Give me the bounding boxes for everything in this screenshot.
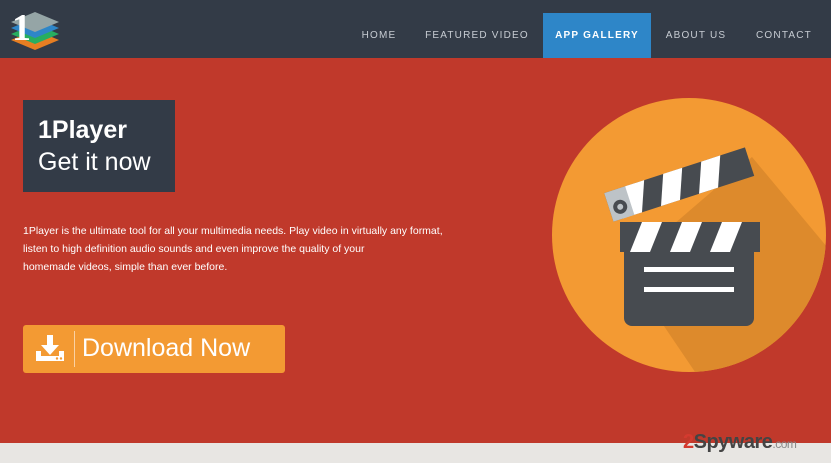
product-badge: 1Player Get it now [23, 100, 175, 192]
site-logo[interactable]: 1 [6, 4, 64, 54]
product-description: 1Player is the ultimate tool for all you… [23, 222, 483, 276]
logo-numeral: 1 [12, 7, 31, 49]
product-name: 1Player [38, 116, 127, 144]
product-tagline: Get it now [38, 148, 151, 176]
watermark-name: Spyware [693, 431, 773, 453]
download-tray-icon [36, 335, 64, 361]
description-line: homemade videos, simple than ever before… [23, 261, 228, 273]
watermark-prefix: 2 [683, 431, 694, 453]
top-navbar: 1 HOME FEATURED VIDEO APP GALLERY ABOUT … [0, 0, 831, 58]
download-now-button[interactable]: Download Now [23, 325, 285, 373]
description-line: 1Player is the ultimate tool for all you… [23, 225, 443, 237]
nav-contact[interactable]: CONTACT [748, 0, 820, 58]
watermark-logo: 2Spyware.com [683, 431, 797, 454]
nav-home[interactable]: HOME [352, 0, 406, 58]
nav-about-us[interactable]: ABOUT US [656, 0, 736, 58]
film-clapperboard-icon [552, 98, 826, 372]
download-label: Download Now [82, 334, 251, 362]
button-divider [74, 331, 75, 367]
watermark-domain: .com [772, 437, 797, 451]
nav-app-gallery[interactable]: APP GALLERY [543, 13, 651, 58]
description-line: listen to high definition audio sounds a… [23, 243, 365, 255]
nav-featured-video[interactable]: FEATURED VIDEO [418, 0, 536, 58]
